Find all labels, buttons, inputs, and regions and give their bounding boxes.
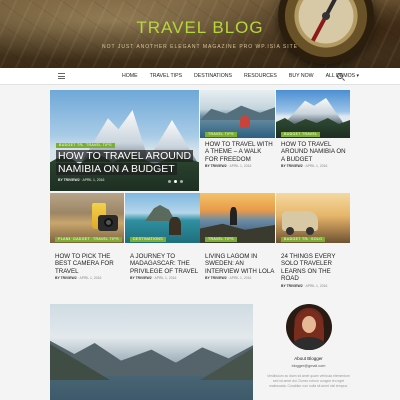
category-badge[interactable]: TRAVEL TIPS — [205, 237, 237, 242]
post-card: HOW TO PICK THE BEST CAMERA FOR TRAVEL B… — [55, 253, 125, 280]
post-card: A JOURNEY TO MADAGASCAR: THE PRIVILEGE O… — [130, 253, 200, 280]
wheel-image — [286, 227, 294, 235]
slider-post-meta: BY TRIVIEW2 · APRIL 1, 2016 — [58, 178, 105, 182]
main-nav: HOME TRAVEL TIPS DESTINATIONS RESOURCES … — [0, 68, 400, 85]
post-card: 24 THINGS EVERY SOLO TRAVELER LEARNS ON … — [281, 253, 350, 288]
about-email[interactable]: blogger@gmail.com — [267, 364, 350, 368]
nav-item-home[interactable]: HOME — [122, 68, 138, 85]
featured-post-image[interactable] — [50, 304, 253, 400]
about-title: About Blogger — [294, 356, 323, 361]
post-image[interactable]: BUDGET TRAVEL SOLO — [276, 193, 350, 243]
slider-dots — [168, 180, 183, 183]
post-meta: BY TRIVIEW2 · APRIL 1, 2016 — [130, 276, 177, 281]
post-image[interactable]: DESTINATIONS — [125, 193, 200, 243]
post-title[interactable]: 24 THINGS EVERY SOLO TRAVELER LEARNS ON … — [281, 253, 350, 283]
post-meta: BY TRIVIEW2 · APRIL 1, 2016 — [205, 164, 252, 169]
avatar-shirt — [291, 337, 326, 350]
category-badge[interactable]: BUDGET TRAVEL — [281, 132, 321, 137]
slider-dot[interactable] — [180, 180, 183, 183]
slider-dot[interactable] — [168, 180, 171, 183]
avatar-face — [301, 316, 316, 333]
person-image — [240, 116, 250, 128]
wheel-image — [306, 227, 314, 235]
mountain-image — [200, 105, 275, 120]
hamburger-menu-icon[interactable] — [58, 73, 65, 79]
category-badge[interactable]: DESTINATIONS — [130, 237, 166, 242]
person-image — [230, 207, 237, 225]
post-meta: BY TRIVIEW2 · APRIL 1, 2016 — [281, 283, 328, 288]
post-title[interactable]: HOW TO PICK THE BEST CAMERA FOR TRAVEL — [55, 253, 125, 275]
post-image[interactable]: TRAVEL TIPS — [200, 90, 275, 138]
site-tagline: NOT JUST ANOTHER ELEGANT MAGAZINE PRO WP… — [101, 44, 299, 50]
category-badge[interactable]: TRAVEL TIPS — [90, 237, 122, 242]
post-meta: BY TRIVIEW2 · APRIL 1, 2016 — [281, 164, 328, 169]
search-icon[interactable] — [337, 73, 343, 79]
post-title[interactable]: HOW TO TRAVEL WITH A THEME – A WALK FOR … — [205, 141, 275, 163]
nav-item-buy-now[interactable]: BUY NOW — [289, 68, 314, 85]
nav-item-travel-tips[interactable]: TRAVEL TIPS — [150, 68, 182, 85]
category-badge[interactable]: TRAVEL TIPS — [205, 132, 237, 137]
post-title[interactable]: LIVING LAGOM IN SWEDEN: AN INTERVIEW WIT… — [205, 253, 275, 275]
post-image[interactable]: PLANET GADGETS TRAVEL TIPS — [50, 193, 124, 243]
post-meta: BY TRIVIEW2 · APRIL 1, 2016 — [205, 276, 252, 281]
mountain-image — [284, 98, 344, 124]
post-card: HOW TO TRAVEL AROUND NAMIBIA ON A BUDGET… — [281, 141, 350, 168]
category-badge[interactable]: SOLO — [308, 237, 326, 242]
camera-lens-image — [104, 218, 113, 227]
nav-menu: HOME TRAVEL TIPS DESTINATIONS RESOURCES … — [122, 68, 371, 85]
post-title[interactable]: HOW TO TRAVEL AROUND NAMIBIA ON A BUDGET — [281, 141, 350, 163]
person-image — [169, 217, 181, 235]
about-text: Vestibulum ac diam sit amet quam vehicul… — [267, 374, 350, 388]
site-title[interactable]: TRAVEL BLOG — [0, 18, 400, 38]
post-meta: BY TRIVIEW2 · APRIL 1, 2016 — [55, 276, 102, 281]
post-card: HOW TO TRAVEL WITH A THEME – A WALK FOR … — [205, 141, 275, 168]
nav-item-resources[interactable]: RESOURCES — [244, 68, 277, 85]
avatar — [285, 304, 332, 350]
slider-post[interactable]: BUDGET TRAVEL TRAVEL TIPS HOW TO TRAVEL … — [50, 90, 199, 191]
header-banner: TRAVEL BLOG NOT JUST ANOTHER ELEGANT MAG… — [0, 0, 400, 68]
post-card: LIVING LAGOM IN SWEDEN: AN INTERVIEW WIT… — [205, 253, 275, 280]
slider-dot-active[interactable] — [174, 180, 177, 183]
nav-item-destinations[interactable]: DESTINATIONS — [194, 68, 232, 85]
slider-post-title[interactable]: HOW TO TRAVEL AROUND NAMIBIA ON A BUDGET — [56, 150, 196, 176]
category-badge[interactable]: TRAVEL TIPS — [83, 143, 115, 148]
post-image[interactable]: BUDGET TRAVEL — [276, 90, 350, 138]
sidebar-about: About Blogger blogger@gmail.com Vestibul… — [267, 304, 350, 389]
post-title[interactable]: A JOURNEY TO MADAGASCAR: THE PRIVILEGE O… — [130, 253, 200, 275]
post-image[interactable]: TRAVEL TIPS — [200, 193, 275, 243]
